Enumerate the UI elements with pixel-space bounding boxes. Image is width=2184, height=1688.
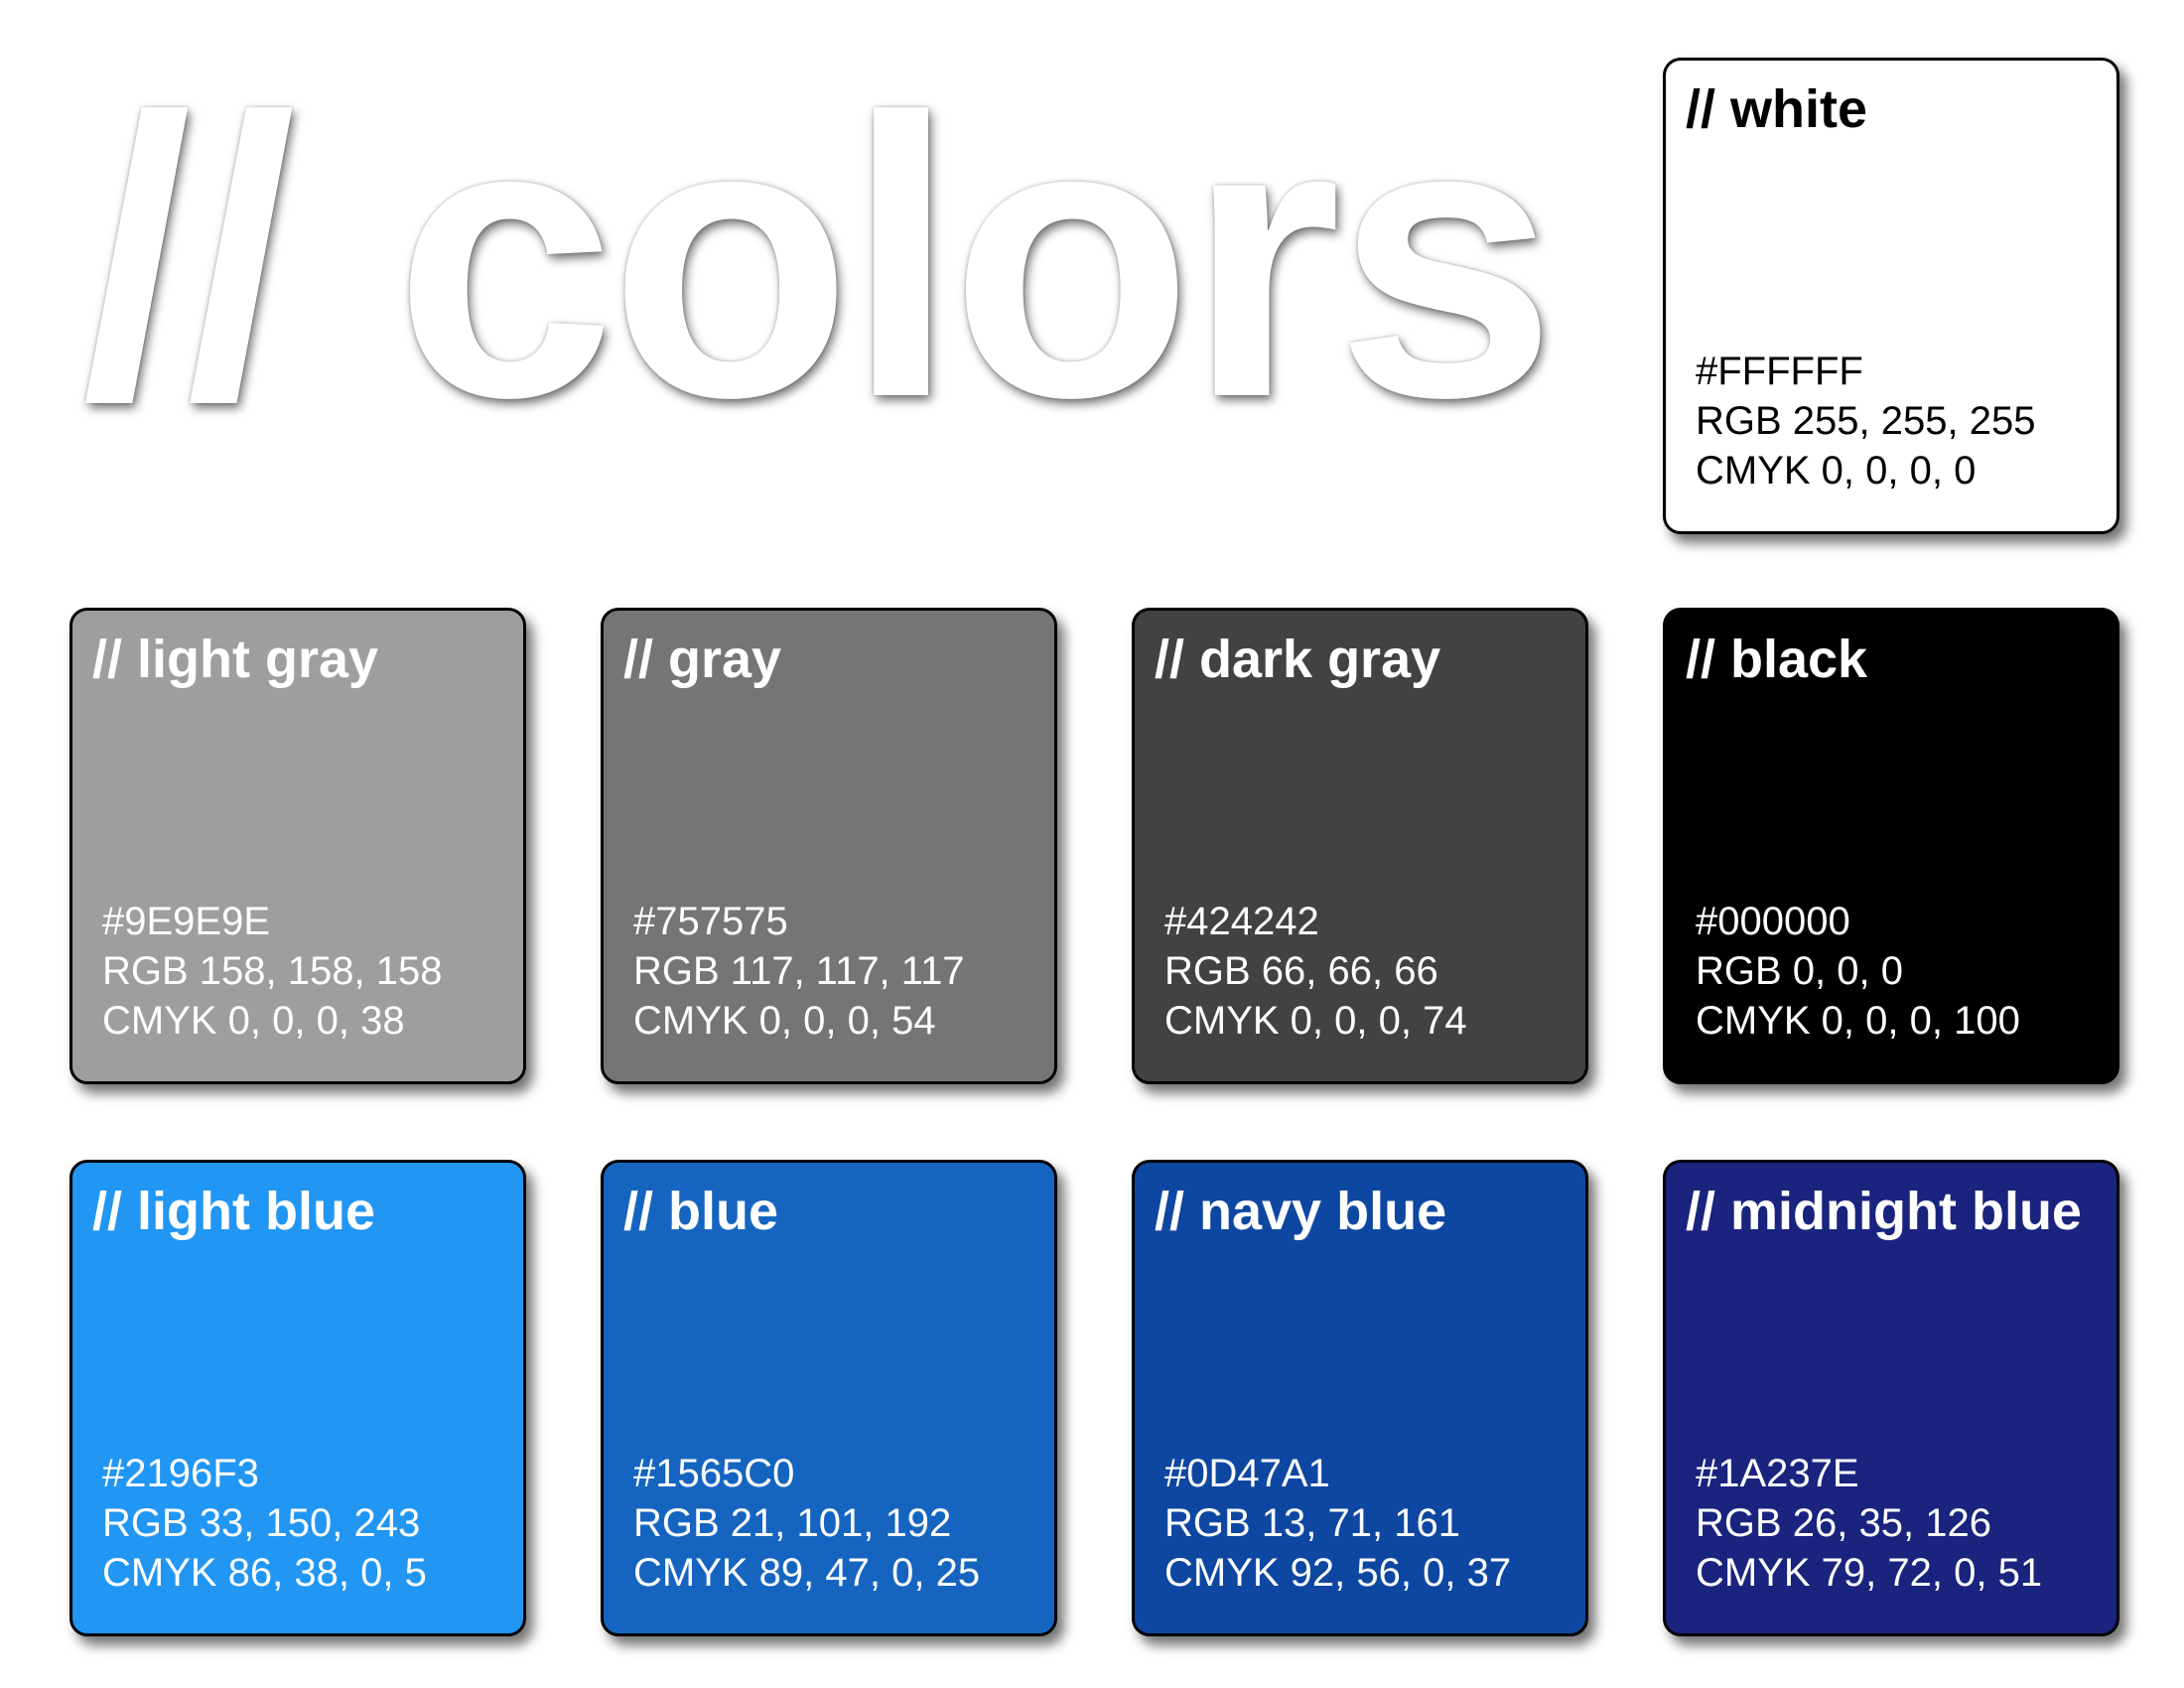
swatch-rgb: RGB 0, 0, 0 xyxy=(1696,949,1903,993)
swatch-hex: #1A237E xyxy=(1696,1452,1859,1495)
swatch-values: #0D47A1 RGB 13, 71, 161 CMYK 92, 56, 0, … xyxy=(1164,1449,1511,1598)
swatch-values: #9E9E9E RGB 158, 158, 158 CMYK 0, 0, 0, … xyxy=(102,897,442,1046)
swatch-values: #FFFFFF RGB 255, 255, 255 CMYK 0, 0, 0, … xyxy=(1696,347,2035,495)
swatch-light-gray: // light gray #9E9E9E RGB 158, 158, 158 … xyxy=(69,608,526,1084)
swatch-values: #1565C0 RGB 21, 101, 192 CMYK 89, 47, 0,… xyxy=(633,1449,980,1598)
swatch-name: // white xyxy=(1686,79,1868,139)
swatch-name: // gray xyxy=(623,630,782,689)
swatch-rgb: RGB 117, 117, 117 xyxy=(633,949,965,993)
swatch-name: // blue xyxy=(623,1182,779,1241)
swatch-white: // white #FFFFFF RGB 255, 255, 255 CMYK … xyxy=(1663,58,2119,534)
swatch-hex: #757575 xyxy=(633,900,788,943)
swatch-navy-blue: // navy blue #0D47A1 RGB 13, 71, 161 CMY… xyxy=(1132,1160,1588,1636)
swatch-values: #757575 RGB 117, 117, 117 CMYK 0, 0, 0, … xyxy=(633,897,965,1046)
swatch-hex: #FFFFFF xyxy=(1696,350,1863,393)
swatch-values: #2196F3 RGB 33, 150, 243 CMYK 86, 38, 0,… xyxy=(102,1449,427,1598)
swatch-gray: // gray #757575 RGB 117, 117, 117 CMYK 0… xyxy=(601,608,1057,1084)
swatch-cmyk: CMYK 86, 38, 0, 5 xyxy=(102,1551,427,1595)
swatch-values: #1A237E RGB 26, 35, 126 CMYK 79, 72, 0, … xyxy=(1696,1449,2042,1598)
swatch-cmyk: CMYK 0, 0, 0, 54 xyxy=(633,999,936,1043)
swatch-cmyk: CMYK 0, 0, 0, 74 xyxy=(1164,999,1467,1043)
swatch-name: // navy blue xyxy=(1155,1182,1447,1241)
swatch-dark-gray: // dark gray #424242 RGB 66, 66, 66 CMYK… xyxy=(1132,608,1588,1084)
swatch-hex: #9E9E9E xyxy=(102,900,271,943)
swatch-name: // light gray xyxy=(92,630,379,689)
swatch-name: // light blue xyxy=(92,1182,375,1241)
swatch-light-blue: // light blue #2196F3 RGB 33, 150, 243 C… xyxy=(69,1160,526,1636)
swatch-midnight-blue: // midnight blue #1A237E RGB 26, 35, 126… xyxy=(1663,1160,2119,1636)
swatch-cmyk: CMYK 89, 47, 0, 25 xyxy=(633,1551,981,1595)
swatch-name: // midnight blue xyxy=(1686,1182,2082,1241)
swatch-rgb: RGB 158, 158, 158 xyxy=(102,949,443,993)
swatch-rgb: RGB 255, 255, 255 xyxy=(1696,399,2036,443)
swatch-hex: #0D47A1 xyxy=(1164,1452,1330,1495)
swatch-cmyk: CMYK 79, 72, 0, 51 xyxy=(1696,1551,2043,1595)
swatch-black: // black #000000 RGB 0, 0, 0 CMYK 0, 0, … xyxy=(1663,608,2119,1084)
swatch-values: #424242 RGB 66, 66, 66 CMYK 0, 0, 0, 74 xyxy=(1164,897,1467,1046)
swatch-values: #000000 RGB 0, 0, 0 CMYK 0, 0, 0, 100 xyxy=(1696,897,2020,1046)
page-title: // colors xyxy=(81,36,1557,480)
swatch-cmyk: CMYK 0, 0, 0, 0 xyxy=(1696,449,1977,492)
swatch-hex: #424242 xyxy=(1164,900,1319,943)
swatch-rgb: RGB 21, 101, 192 xyxy=(633,1501,952,1545)
swatch-cmyk: CMYK 0, 0, 0, 38 xyxy=(102,999,405,1043)
swatch-rgb: RGB 26, 35, 126 xyxy=(1696,1501,1991,1545)
swatch-rgb: RGB 33, 150, 243 xyxy=(102,1501,421,1545)
swatch-cmyk: CMYK 92, 56, 0, 37 xyxy=(1164,1551,1512,1595)
swatch-rgb: RGB 66, 66, 66 xyxy=(1164,949,1438,993)
swatch-name: // black xyxy=(1686,630,1868,689)
swatch-hex: #2196F3 xyxy=(102,1452,259,1495)
swatch-hex: #000000 xyxy=(1696,900,1850,943)
swatch-rgb: RGB 13, 71, 161 xyxy=(1164,1501,1460,1545)
swatch-cmyk: CMYK 0, 0, 0, 100 xyxy=(1696,999,2020,1043)
swatch-hex: #1565C0 xyxy=(633,1452,795,1495)
swatch-blue: // blue #1565C0 RGB 21, 101, 192 CMYK 89… xyxy=(601,1160,1057,1636)
swatch-name: // dark gray xyxy=(1155,630,1441,689)
